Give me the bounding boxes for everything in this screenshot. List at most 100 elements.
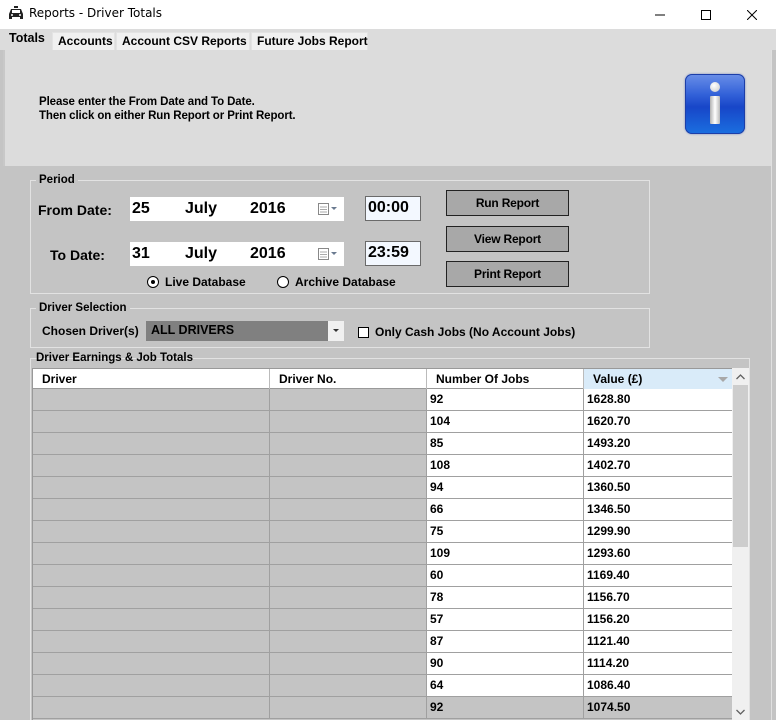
table-row[interactable]: 92 1074.50 [33, 697, 732, 719]
from-date-picker[interactable]: 25 July 2016 [130, 197, 344, 221]
cell-number-of-jobs[interactable]: 92 [427, 389, 584, 410]
cell-number-of-jobs[interactable]: 87 [427, 631, 584, 652]
cell-value[interactable]: 1346.50 [584, 499, 732, 520]
table-row[interactable]: 87 1121.40 [33, 631, 732, 653]
cell-driver[interactable] [33, 389, 270, 410]
cell-number-of-jobs[interactable]: 78 [427, 587, 584, 608]
table-row[interactable]: 92 1628.80 [33, 389, 732, 411]
table-row[interactable]: 57 1156.20 [33, 609, 732, 631]
close-button[interactable] [729, 0, 775, 29]
column-header-number-of-jobs[interactable]: Number Of Jobs [427, 369, 584, 389]
scroll-down-button[interactable] [732, 703, 749, 720]
cell-driver-no[interactable] [270, 697, 427, 718]
cell-value[interactable]: 1628.80 [584, 389, 732, 410]
cell-number-of-jobs[interactable]: 64 [427, 675, 584, 696]
grid-vertical-scrollbar[interactable] [732, 368, 749, 720]
print-report-button[interactable]: Print Report [446, 261, 569, 287]
to-year[interactable]: 2016 [250, 245, 286, 263]
calendar-dropdown-icon[interactable] [318, 248, 340, 260]
cell-driver[interactable] [33, 653, 270, 674]
cell-driver[interactable] [33, 675, 270, 696]
table-row[interactable]: 85 1493.20 [33, 433, 732, 455]
cell-value[interactable]: 1156.70 [584, 587, 732, 608]
calendar-dropdown-icon[interactable] [318, 203, 340, 215]
table-row[interactable]: 104 1620.70 [33, 411, 732, 433]
cell-number-of-jobs[interactable]: 66 [427, 499, 584, 520]
cell-driver-no[interactable] [270, 389, 427, 410]
cell-driver-no[interactable] [270, 653, 427, 674]
table-row[interactable]: 108 1402.70 [33, 455, 732, 477]
to-time-input[interactable]: 23:59 [365, 241, 421, 266]
cell-driver-no[interactable] [270, 455, 427, 476]
table-row[interactable]: 64 1086.40 [33, 675, 732, 697]
column-header-value[interactable]: Value (£) [584, 369, 732, 389]
maximize-button[interactable] [683, 0, 729, 29]
cell-number-of-jobs[interactable]: 90 [427, 653, 584, 674]
cell-driver[interactable] [33, 433, 270, 454]
table-row[interactable]: 109 1293.60 [33, 543, 732, 565]
from-day[interactable]: 25 [132, 200, 150, 218]
cell-value[interactable]: 1169.40 [584, 565, 732, 586]
cell-driver[interactable] [33, 609, 270, 630]
cell-value[interactable]: 1074.50 [584, 697, 732, 718]
cell-value[interactable]: 1620.70 [584, 411, 732, 432]
cell-driver[interactable] [33, 565, 270, 586]
from-year[interactable]: 2016 [250, 200, 286, 218]
cell-driver[interactable] [33, 697, 270, 718]
to-day[interactable]: 31 [132, 245, 150, 263]
from-time-input[interactable]: 00:00 [365, 196, 421, 221]
cell-driver[interactable] [33, 521, 270, 542]
cell-driver-no[interactable] [270, 543, 427, 564]
to-month[interactable]: July [185, 245, 217, 263]
cell-value[interactable]: 1293.60 [584, 543, 732, 564]
cell-number-of-jobs[interactable]: 92 [427, 697, 584, 718]
cell-driver[interactable] [33, 631, 270, 652]
cell-number-of-jobs[interactable]: 104 [427, 411, 584, 432]
minimize-button[interactable] [637, 0, 683, 29]
view-report-button[interactable]: View Report [446, 226, 569, 252]
tab-totals[interactable]: Totals [4, 29, 49, 50]
table-row[interactable]: 66 1346.50 [33, 499, 732, 521]
cell-driver-no[interactable] [270, 521, 427, 542]
cell-driver-no[interactable] [270, 565, 427, 586]
scrollbar-thumb[interactable] [733, 385, 748, 547]
chosen-drivers-dropdown[interactable]: ALL DRIVERS [146, 321, 344, 341]
column-header-driver-no[interactable]: Driver No. [270, 369, 427, 389]
cell-value[interactable]: 1402.70 [584, 455, 732, 476]
table-row[interactable]: 90 1114.20 [33, 653, 732, 675]
tab-accounts[interactable]: Accounts [52, 32, 115, 50]
column-header-driver[interactable]: Driver [33, 369, 270, 389]
cell-number-of-jobs[interactable]: 94 [427, 477, 584, 498]
cell-number-of-jobs[interactable]: 60 [427, 565, 584, 586]
cell-value[interactable]: 1121.40 [584, 631, 732, 652]
scroll-up-button[interactable] [732, 368, 749, 385]
cell-number-of-jobs[interactable]: 108 [427, 455, 584, 476]
cell-value[interactable]: 1114.20 [584, 653, 732, 674]
chevron-down-icon[interactable] [328, 321, 344, 341]
cell-value[interactable]: 1086.40 [584, 675, 732, 696]
table-row[interactable]: 78 1156.70 [33, 587, 732, 609]
cell-driver-no[interactable] [270, 433, 427, 454]
from-month[interactable]: July [185, 200, 217, 218]
cell-number-of-jobs[interactable]: 85 [427, 433, 584, 454]
table-row[interactable]: 75 1299.90 [33, 521, 732, 543]
cell-driver-no[interactable] [270, 675, 427, 696]
cell-driver[interactable] [33, 499, 270, 520]
cell-driver[interactable] [33, 477, 270, 498]
to-date-picker[interactable]: 31 July 2016 [130, 242, 344, 266]
cell-value[interactable]: 1360.50 [584, 477, 732, 498]
cell-value[interactable]: 1299.90 [584, 521, 732, 542]
cell-number-of-jobs[interactable]: 57 [427, 609, 584, 630]
cell-driver-no[interactable] [270, 631, 427, 652]
cell-driver-no[interactable] [270, 609, 427, 630]
cell-driver-no[interactable] [270, 411, 427, 432]
table-row[interactable]: 60 1169.40 [33, 565, 732, 587]
cell-value[interactable]: 1493.20 [584, 433, 732, 454]
tab-account-csv-reports[interactable]: Account CSV Reports [116, 32, 250, 50]
tab-future-jobs-report[interactable]: Future Jobs Report [251, 32, 368, 50]
archive-database-radio[interactable]: Archive Database [277, 275, 396, 289]
cell-number-of-jobs[interactable]: 75 [427, 521, 584, 542]
live-database-radio[interactable]: Live Database [147, 275, 246, 289]
cell-driver[interactable] [33, 543, 270, 564]
table-row[interactable]: 94 1360.50 [33, 477, 732, 499]
